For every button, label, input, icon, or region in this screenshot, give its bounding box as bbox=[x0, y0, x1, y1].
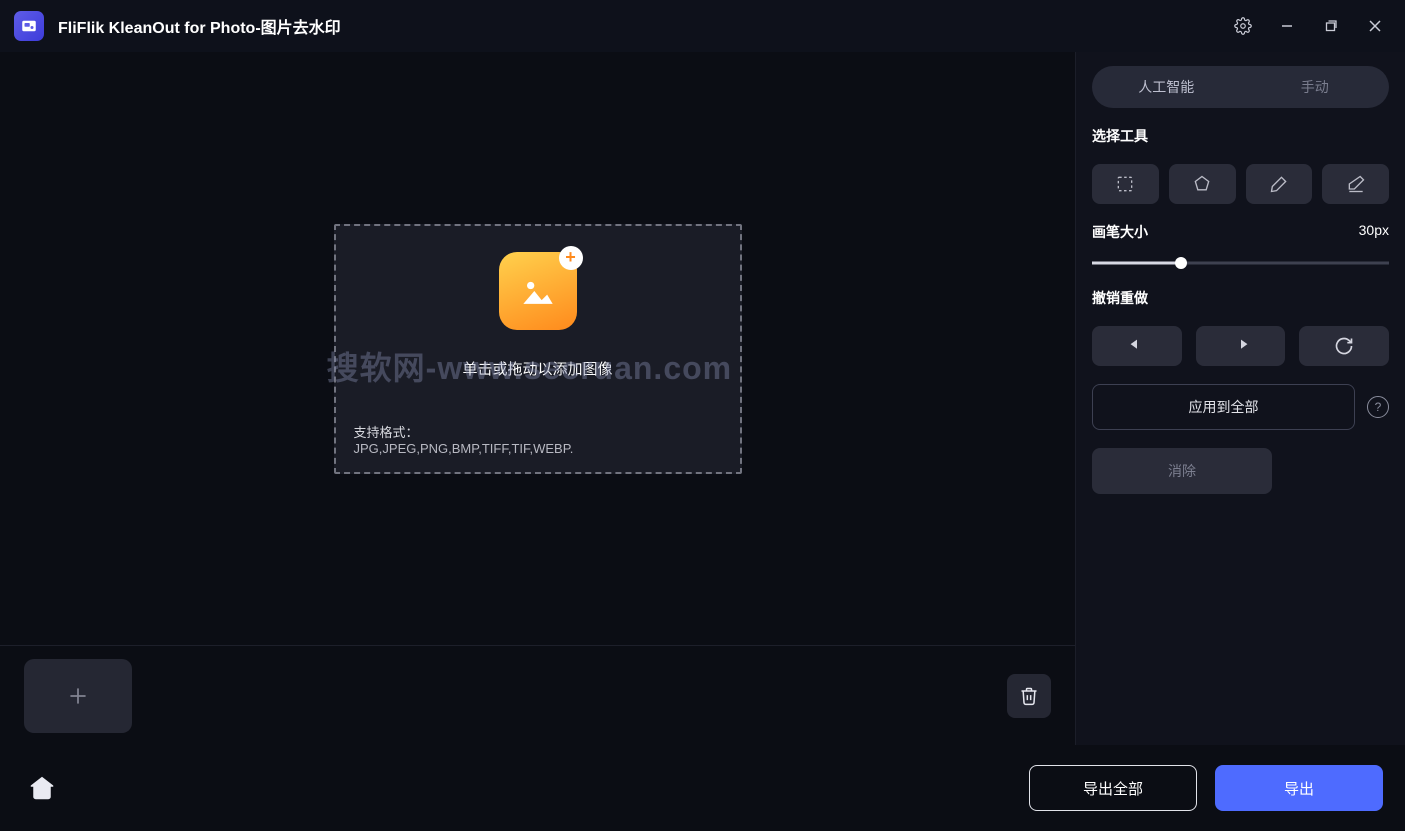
export-all-button[interactable]: 导出全部 bbox=[1029, 765, 1197, 811]
lasso-icon bbox=[1192, 174, 1212, 194]
plus-badge-icon: + bbox=[559, 246, 583, 270]
minimize-button[interactable] bbox=[1265, 6, 1309, 46]
help-button[interactable]: ? bbox=[1367, 396, 1389, 418]
image-add-icon: + bbox=[499, 252, 577, 330]
help-icon: ? bbox=[1375, 400, 1382, 414]
home-button[interactable] bbox=[22, 768, 62, 808]
undo-button[interactable] bbox=[1092, 326, 1182, 366]
dropzone-headline: 单击或拖动以添加图像 bbox=[462, 358, 612, 379]
reset-icon bbox=[1334, 336, 1354, 356]
close-icon bbox=[1368, 19, 1382, 33]
brush-size-value: 30px bbox=[1359, 222, 1389, 242]
thumbnail-tray bbox=[0, 645, 1075, 745]
tool-marquee[interactable] bbox=[1092, 164, 1159, 204]
minimize-icon bbox=[1280, 19, 1294, 33]
app-title: FliFlik KleanOut for Photo-图片去水印 bbox=[58, 14, 341, 38]
footer-bar: 导出全部 导出 bbox=[0, 745, 1405, 831]
select-tool-label: 选择工具 bbox=[1092, 126, 1389, 146]
titlebar: FliFlik KleanOut for Photo-图片去水印 bbox=[0, 0, 1405, 52]
gear-icon bbox=[1234, 17, 1252, 35]
settings-button[interactable] bbox=[1221, 6, 1265, 46]
tab-ai[interactable]: 人工智能 bbox=[1092, 66, 1241, 108]
maximize-icon bbox=[1324, 19, 1338, 33]
export-button[interactable]: 导出 bbox=[1215, 765, 1383, 811]
brush-icon bbox=[1269, 174, 1289, 194]
tools-panel: 人工智能 手动 选择工具 画笔大小 30px bbox=[1075, 52, 1405, 745]
app-logo bbox=[14, 11, 44, 41]
eraser-icon bbox=[1346, 174, 1366, 194]
dropzone-formats: JPG,JPEG,PNG,BMP,TIFF,TIF,WEBP. bbox=[354, 441, 722, 456]
add-image-button[interactable] bbox=[24, 659, 132, 733]
canvas-area: + 单击或拖动以添加图像 支持格式： JPG,JPEG,PNG,BMP,TIFF… bbox=[0, 52, 1075, 645]
delete-button[interactable] bbox=[1007, 674, 1051, 718]
redo-icon bbox=[1230, 335, 1252, 357]
tab-manual[interactable]: 手动 bbox=[1241, 66, 1390, 108]
marquee-icon bbox=[1115, 174, 1135, 194]
tool-eraser[interactable] bbox=[1322, 164, 1389, 204]
maximize-button[interactable] bbox=[1309, 6, 1353, 46]
undo-icon bbox=[1126, 335, 1148, 357]
plus-icon bbox=[65, 683, 91, 709]
redo-button[interactable] bbox=[1196, 326, 1286, 366]
tool-lasso[interactable] bbox=[1169, 164, 1236, 204]
slider-thumb[interactable] bbox=[1175, 257, 1187, 269]
apply-all-button[interactable]: 应用到全部 bbox=[1092, 384, 1355, 430]
mode-tabs: 人工智能 手动 bbox=[1092, 66, 1389, 108]
tool-brush[interactable] bbox=[1246, 164, 1313, 204]
trash-icon bbox=[1019, 686, 1039, 706]
undo-redo-label: 撤销重做 bbox=[1092, 288, 1389, 308]
remove-button[interactable]: 消除 bbox=[1092, 448, 1272, 494]
brush-size-label: 画笔大小 bbox=[1092, 222, 1148, 242]
reset-button[interactable] bbox=[1299, 326, 1389, 366]
home-icon bbox=[27, 773, 57, 803]
dropzone-sublabel: 支持格式： bbox=[354, 422, 722, 441]
dropzone[interactable]: + 单击或拖动以添加图像 支持格式： JPG,JPEG,PNG,BMP,TIFF… bbox=[334, 224, 742, 474]
brush-size-slider[interactable] bbox=[1092, 256, 1389, 270]
close-button[interactable] bbox=[1353, 6, 1397, 46]
